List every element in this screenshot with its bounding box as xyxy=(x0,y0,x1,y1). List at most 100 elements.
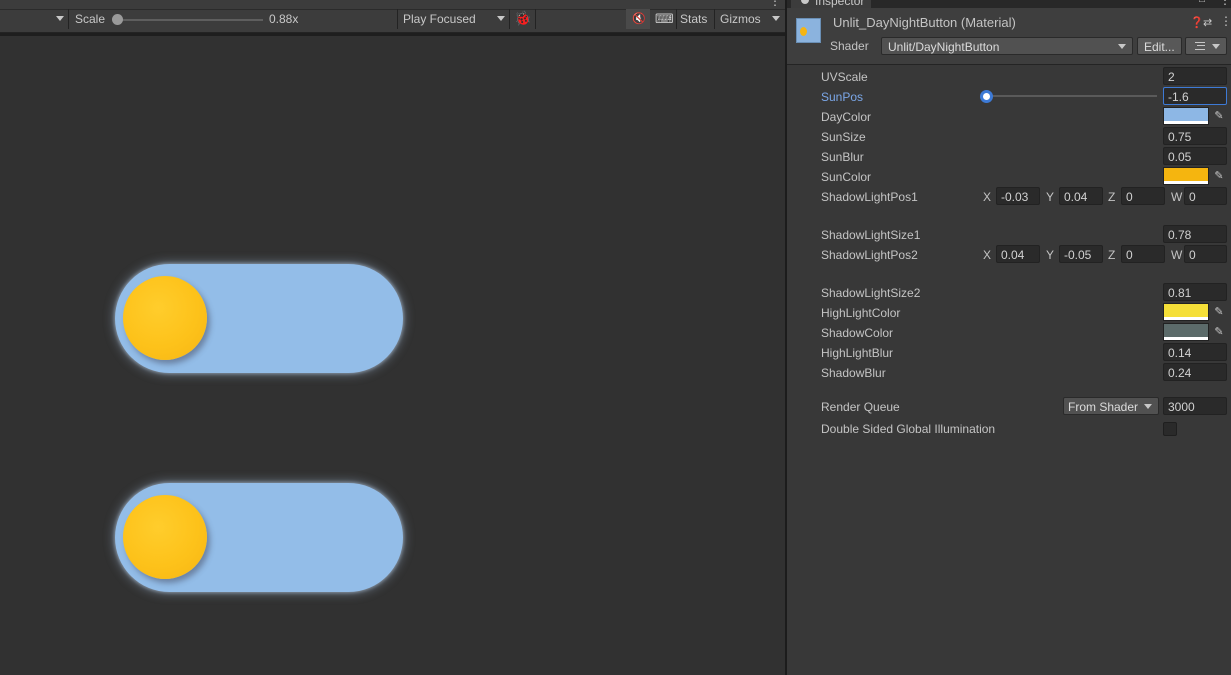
shader-label: Shader xyxy=(830,39,869,53)
sun-knob xyxy=(123,495,207,579)
toolbar-divider xyxy=(535,9,536,29)
shadowlightpos2-x-field[interactable]: 0.04 xyxy=(996,245,1040,263)
alpha-bar xyxy=(1164,337,1208,340)
tab-inspector[interactable]: Inspector xyxy=(791,0,871,8)
alpha-bar xyxy=(1164,121,1208,124)
shadowlightpos2-y-field[interactable]: -0.05 xyxy=(1059,245,1103,263)
toolbar-divider xyxy=(509,9,510,29)
stats-button[interactable]: Stats xyxy=(680,12,707,26)
sun-knob xyxy=(123,276,207,360)
day-night-toggle-1[interactable] xyxy=(115,264,403,373)
day-night-toggle-2[interactable] xyxy=(115,483,403,592)
play-mode-dropdown[interactable]: Play Focused xyxy=(403,12,476,26)
material-title: Unlit_DayNightButton (Material) xyxy=(833,15,1016,30)
suncolor-swatch[interactable] xyxy=(1163,167,1209,185)
vector-z-label: Z xyxy=(1108,248,1116,262)
shadowlightpos1-x-field[interactable]: -0.03 xyxy=(996,187,1040,205)
double-sided-gi-checkbox[interactable] xyxy=(1163,422,1177,436)
daycolor-label: DayColor xyxy=(821,110,872,124)
vector-z-label: Z xyxy=(1108,190,1116,204)
render-queue-field[interactable]: 3000 xyxy=(1163,397,1227,415)
chevron-down-icon xyxy=(1212,44,1220,49)
tab-inspector-label: Inspector xyxy=(815,0,865,8)
maximize-icon[interactable]: □ xyxy=(1199,0,1205,5)
chevron-down-icon xyxy=(1118,44,1126,49)
gizmos-dropdown-arrow-icon[interactable] xyxy=(772,16,780,21)
game-canvas-edge xyxy=(0,33,785,36)
shadowcolor-swatch[interactable] xyxy=(1163,323,1209,341)
shadowlightsize1-label: ShadowLightSize1 xyxy=(821,228,921,242)
render-queue-dropdown[interactable]: From Shader xyxy=(1063,397,1159,415)
material-icon xyxy=(796,18,821,43)
kebab-menu-icon[interactable]: ⋮ xyxy=(769,0,781,8)
mute-icon: 🔇 xyxy=(632,13,646,25)
shader-menu-button[interactable] xyxy=(1185,37,1227,55)
eyedropper-icon[interactable]: ✎ xyxy=(1211,168,1227,184)
eyedropper-icon[interactable]: ✎ xyxy=(1211,108,1227,124)
render-queue-label: Render Queue xyxy=(821,400,900,414)
mute-audio-button[interactable]: 🔇 xyxy=(626,9,650,29)
shader-dropdown-value: Unlit/DayNightButton xyxy=(888,40,1000,54)
inspector-tab-strip: Inspector □ ⋮ xyxy=(787,0,1231,8)
toolbar-divider xyxy=(714,9,715,29)
shadowlightpos1-z-field[interactable]: 0 xyxy=(1121,187,1165,205)
highlightblur-field[interactable]: 0.14 xyxy=(1163,343,1227,361)
chevron-down-icon xyxy=(1144,404,1152,409)
highlightcolor-swatch[interactable] xyxy=(1163,303,1209,321)
bug-icon[interactable]: 🐞 xyxy=(514,10,531,27)
toolbar-divider xyxy=(676,9,677,29)
scale-value: 0.88x xyxy=(269,12,299,26)
presets-icon[interactable]: ⇄ xyxy=(1203,16,1212,29)
eyedropper-icon[interactable]: ✎ xyxy=(1211,324,1227,340)
sunblur-field[interactable]: 0.05 xyxy=(1163,147,1227,165)
shadowlightpos1-w-field[interactable]: 0 xyxy=(1184,187,1227,205)
game-toolbar: Scale 0.88x Play Focused 🐞 🔇 ⌨ Stats Giz… xyxy=(0,0,785,33)
shadowcolor-label: ShadowColor xyxy=(821,326,894,340)
vector-x-label: X xyxy=(983,190,992,204)
sunpos-field[interactable]: -1.6 xyxy=(1163,87,1227,105)
scale-slider-handle[interactable] xyxy=(112,14,123,25)
keyboard-icon[interactable]: ⌨ xyxy=(655,11,674,27)
sunsize-label: SunSize xyxy=(821,130,866,144)
alpha-bar xyxy=(1164,317,1208,320)
highlightblur-label: HighLightBlur xyxy=(821,346,894,360)
sunpos-slider-handle[interactable] xyxy=(980,90,993,103)
sunsize-field[interactable]: 0.75 xyxy=(1163,127,1227,145)
eyedropper-icon[interactable]: ✎ xyxy=(1211,304,1227,320)
vector-y-label: Y xyxy=(1046,248,1055,262)
info-icon xyxy=(801,0,809,4)
double-sided-gi-label: Double Sided Global Illumination xyxy=(821,422,996,436)
sunpos-slider-track[interactable] xyxy=(987,95,1157,97)
shadowlightpos1-y-field[interactable]: 0.04 xyxy=(1059,187,1103,205)
material-header: Unlit_DayNightButton (Material) ❓ ⇄ ⋮ Sh… xyxy=(787,8,1231,65)
shadowlightpos2-w-field[interactable]: 0 xyxy=(1184,245,1227,263)
kebab-menu-icon[interactable]: ⋮ xyxy=(1220,14,1231,28)
uvscale-field[interactable]: 2 xyxy=(1163,67,1227,85)
kebab-menu-icon[interactable]: ⋮ xyxy=(1219,0,1231,7)
display-dropdown-arrow-icon[interactable] xyxy=(56,16,64,21)
shadowblur-field[interactable]: 0.24 xyxy=(1163,363,1227,381)
uvscale-label: UVScale xyxy=(821,70,868,84)
shadowlightsize2-field[interactable]: 0.81 xyxy=(1163,283,1227,301)
alpha-bar xyxy=(1164,181,1208,184)
shadowlightpos2-label: ShadowLightPos2 xyxy=(821,248,918,262)
shadowblur-label: ShadowBlur xyxy=(821,366,886,380)
shader-dropdown[interactable]: Unlit/DayNightButton xyxy=(881,37,1133,55)
shadowlightsize1-field[interactable]: 0.78 xyxy=(1163,225,1227,243)
toolbar-divider xyxy=(397,9,398,29)
sunpos-label: SunPos xyxy=(821,90,864,104)
help-icon[interactable]: ❓ xyxy=(1190,16,1204,29)
gizmos-button[interactable]: Gizmos xyxy=(720,12,761,26)
sunblur-label: SunBlur xyxy=(821,150,864,164)
play-mode-dropdown-arrow-icon[interactable] xyxy=(497,16,505,21)
inspector-panel: Inspector □ ⋮ Unlit_DayNightButton (Mate… xyxy=(787,0,1231,675)
shadowlightpos2-z-field[interactable]: 0 xyxy=(1121,245,1165,263)
daycolor-swatch[interactable] xyxy=(1163,107,1209,125)
edit-shader-button[interactable]: Edit... xyxy=(1137,37,1182,55)
scale-slider-track[interactable] xyxy=(118,19,263,21)
vector-w-label: W xyxy=(1171,248,1183,262)
material-icon-dot xyxy=(800,27,807,36)
shadowlightpos1-label: ShadowLightPos1 xyxy=(821,190,918,204)
scale-label: Scale xyxy=(75,12,106,26)
render-queue-mode: From Shader xyxy=(1068,400,1139,414)
